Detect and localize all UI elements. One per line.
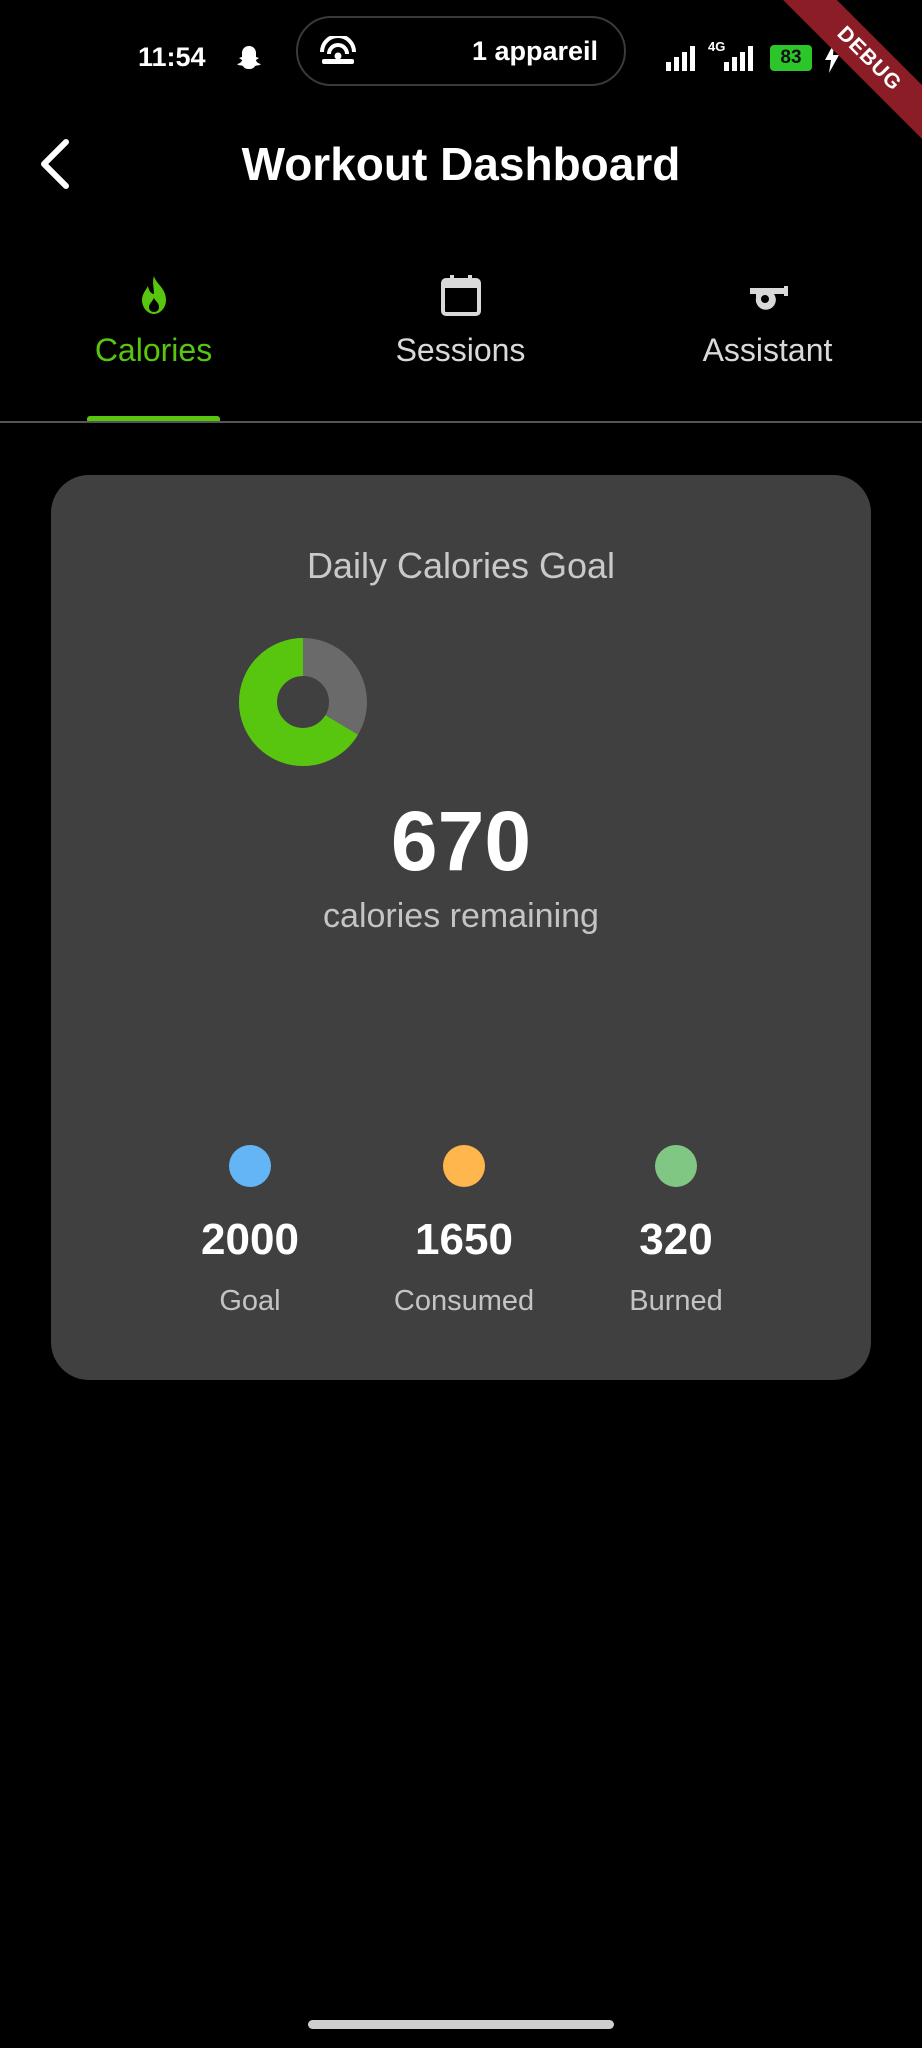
calories-card: Daily Calories Goal 670 calories remaini… (51, 475, 871, 1380)
signal-icon (666, 46, 695, 71)
snapchat-icon (237, 46, 261, 69)
status-bar: 11:54 1 appareil 4G 83 DEBUG (0, 0, 922, 154)
stat-consumed: 1650 Consumed (354, 1145, 574, 1325)
stat-value: 320 (639, 1215, 713, 1264)
calendar-icon (440, 275, 481, 316)
tab-assistant[interactable]: Assistant (614, 262, 921, 422)
stat-label: Burned (629, 1285, 723, 1317)
tab-calories[interactable]: Calories (0, 262, 307, 422)
tab-label: Assistant (702, 332, 833, 368)
page-title: Workout Dashboard (241, 138, 681, 190)
battery-indicator: 83 (770, 45, 812, 71)
calories-progress-donut (239, 638, 367, 766)
home-indicator[interactable] (308, 2020, 614, 2029)
goal-dot (229, 1145, 271, 1187)
whistle-icon (749, 286, 788, 310)
burned-dot (655, 1145, 697, 1187)
stat-value: 2000 (201, 1215, 299, 1264)
stat-burned: 320 Burned (566, 1145, 786, 1325)
remaining-calories-label: calories remaining (323, 897, 599, 935)
stat-label: Goal (219, 1285, 281, 1317)
hotspot-icon (320, 36, 356, 64)
signal-icon (724, 46, 753, 71)
status-time: 11:54 (138, 42, 206, 72)
stat-goal: 2000 Goal (140, 1145, 360, 1325)
hotspot-text: 1 appareil (472, 36, 599, 66)
tab-sessions[interactable]: Sessions (307, 262, 614, 422)
debug-banner: DEBUG (774, 0, 922, 154)
card-title: Daily Calories Goal (306, 545, 616, 586)
tab-divider (0, 421, 922, 423)
consumed-dot (443, 1145, 485, 1187)
flame-icon (141, 276, 166, 314)
tab-bar: Calories Sessions Assistant (0, 262, 922, 422)
stat-label: Consumed (393, 1285, 535, 1317)
tab-label: Sessions (395, 332, 526, 368)
stat-value: 1650 (415, 1215, 513, 1264)
remaining-calories-value: 670 (390, 794, 532, 888)
tab-label: Calories (94, 332, 213, 368)
